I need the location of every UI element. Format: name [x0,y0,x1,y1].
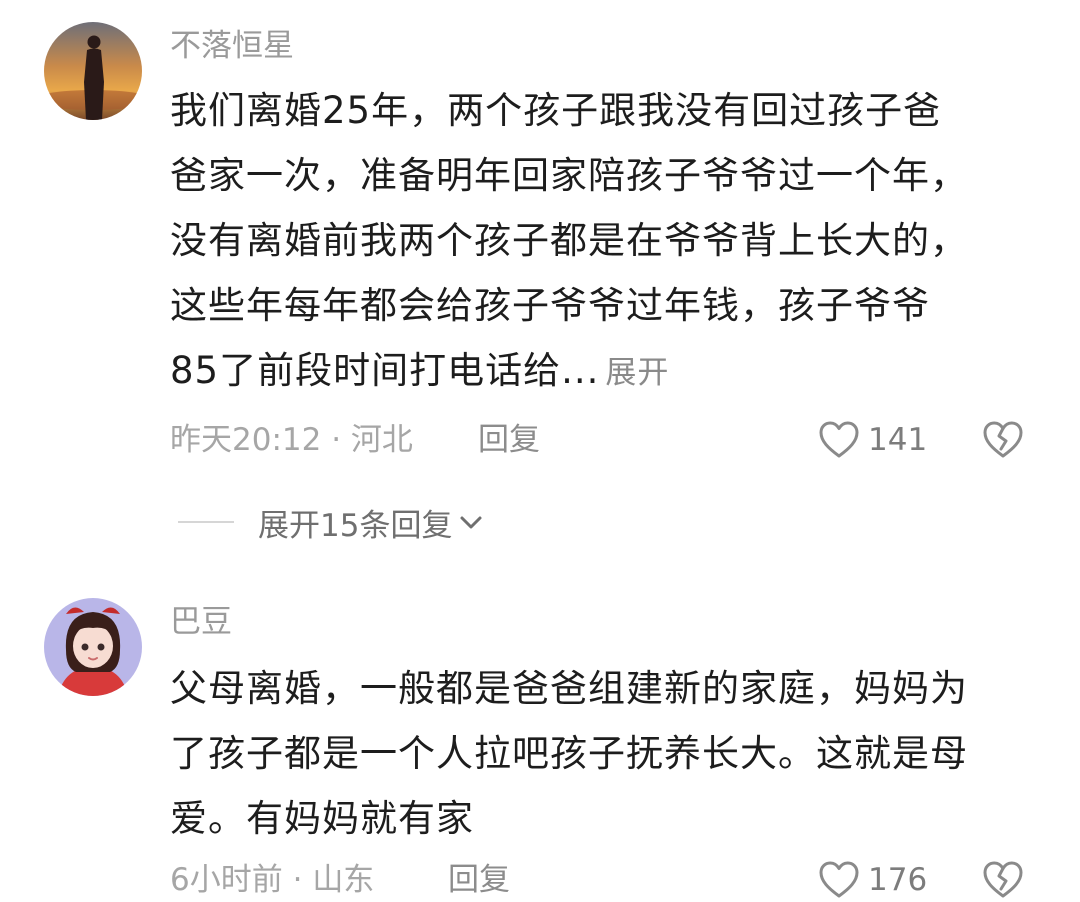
comment-text-truncated: 85了前段时间打电话给... [170,349,600,392]
expand-replies-label: 展开15条回复 [258,507,453,544]
username[interactable]: 不落恒星 [170,26,294,66]
comment-meta: 6小时前 · 山东 回复 176 [170,858,1030,902]
reply-button[interactable]: 回复 [478,418,540,462]
comment-text-line: 父母离婚，一般都是爸爸组建新的家庭，妈妈为 [170,667,968,710]
separator-dot: · [331,422,342,458]
like-button[interactable]: 141 [818,418,927,462]
comment-item: 巴豆 父母离婚，一般都是爸爸组建新的家庭，妈妈为 了孩子都是一个人拉吧孩子抚养长… [0,560,1080,898]
comment-text-line: 爱。有妈妈就有家 [170,797,474,840]
avatar[interactable] [44,598,142,696]
expand-replies-button[interactable]: 展开15条回复 [178,500,484,544]
anime-girl-avatar-image [44,598,142,696]
location: 山东 [312,862,375,898]
comment-text: 我们离婚25年，两个孩子跟我没有回过孩子爸 爸家一次，准备明年回家陪孩子爷爷过一… [170,78,1050,406]
timestamp-location: 昨天20:12 · 河北 [170,418,413,462]
like-count: 176 [868,862,928,898]
separator-dot: · [292,862,303,898]
comment-text: 父母离婚，一般都是爸爸组建新的家庭，妈妈为 了孩子都是一个人拉吧孩子抚养长大。这… [170,656,1050,851]
comment-text-line-last: 85了前段时间打电话给... 展开 [170,338,1050,406]
comment-text-line: 我们离婚25年，两个孩子跟我没有回过孩子爸 [170,89,942,132]
heart-outline-icon [819,861,859,898]
timestamp-location: 6小时前 · 山东 [170,858,374,902]
heart-outline-icon [819,421,859,458]
dislike-button[interactable] [982,418,1024,462]
timestamp: 6小时前 [170,862,283,898]
comment-text-line: 爸家一次，准备明年回家陪孩子爷爷过一个年， [170,154,968,197]
broken-heart-icon [983,861,1023,898]
dislike-button[interactable] [982,858,1024,902]
comment-text-line: 了孩子都是一个人拉吧孩子抚养长大。这就是母 [170,732,968,775]
like-count: 141 [868,422,928,458]
comment-item: 不落恒星 我们离婚25年，两个孩子跟我没有回过孩子爸 爸家一次，准备明年回家陪孩… [0,0,1080,560]
chevron-down-icon [458,512,484,532]
sunset-silhouette-avatar-image [44,22,142,120]
comment-text-line: 没有离婚前我两个孩子都是在爷爷背上长大的， [170,219,968,262]
broken-heart-icon [983,421,1023,458]
divider-dash [178,521,234,523]
timestamp: 昨天20:12 [170,422,322,458]
comment-meta: 昨天20:12 · 河北 回复 141 [170,418,1030,462]
reply-button[interactable]: 回复 [448,858,510,902]
like-button[interactable]: 176 [818,858,927,902]
username[interactable]: 巴豆 [170,602,232,642]
comment-text-line: 这些年每年都会给孩子爷爷过年钱，孩子爷爷 [170,284,930,327]
location: 河北 [350,422,413,458]
avatar[interactable] [44,22,142,120]
expand-text-button[interactable]: 展开 [605,355,669,391]
